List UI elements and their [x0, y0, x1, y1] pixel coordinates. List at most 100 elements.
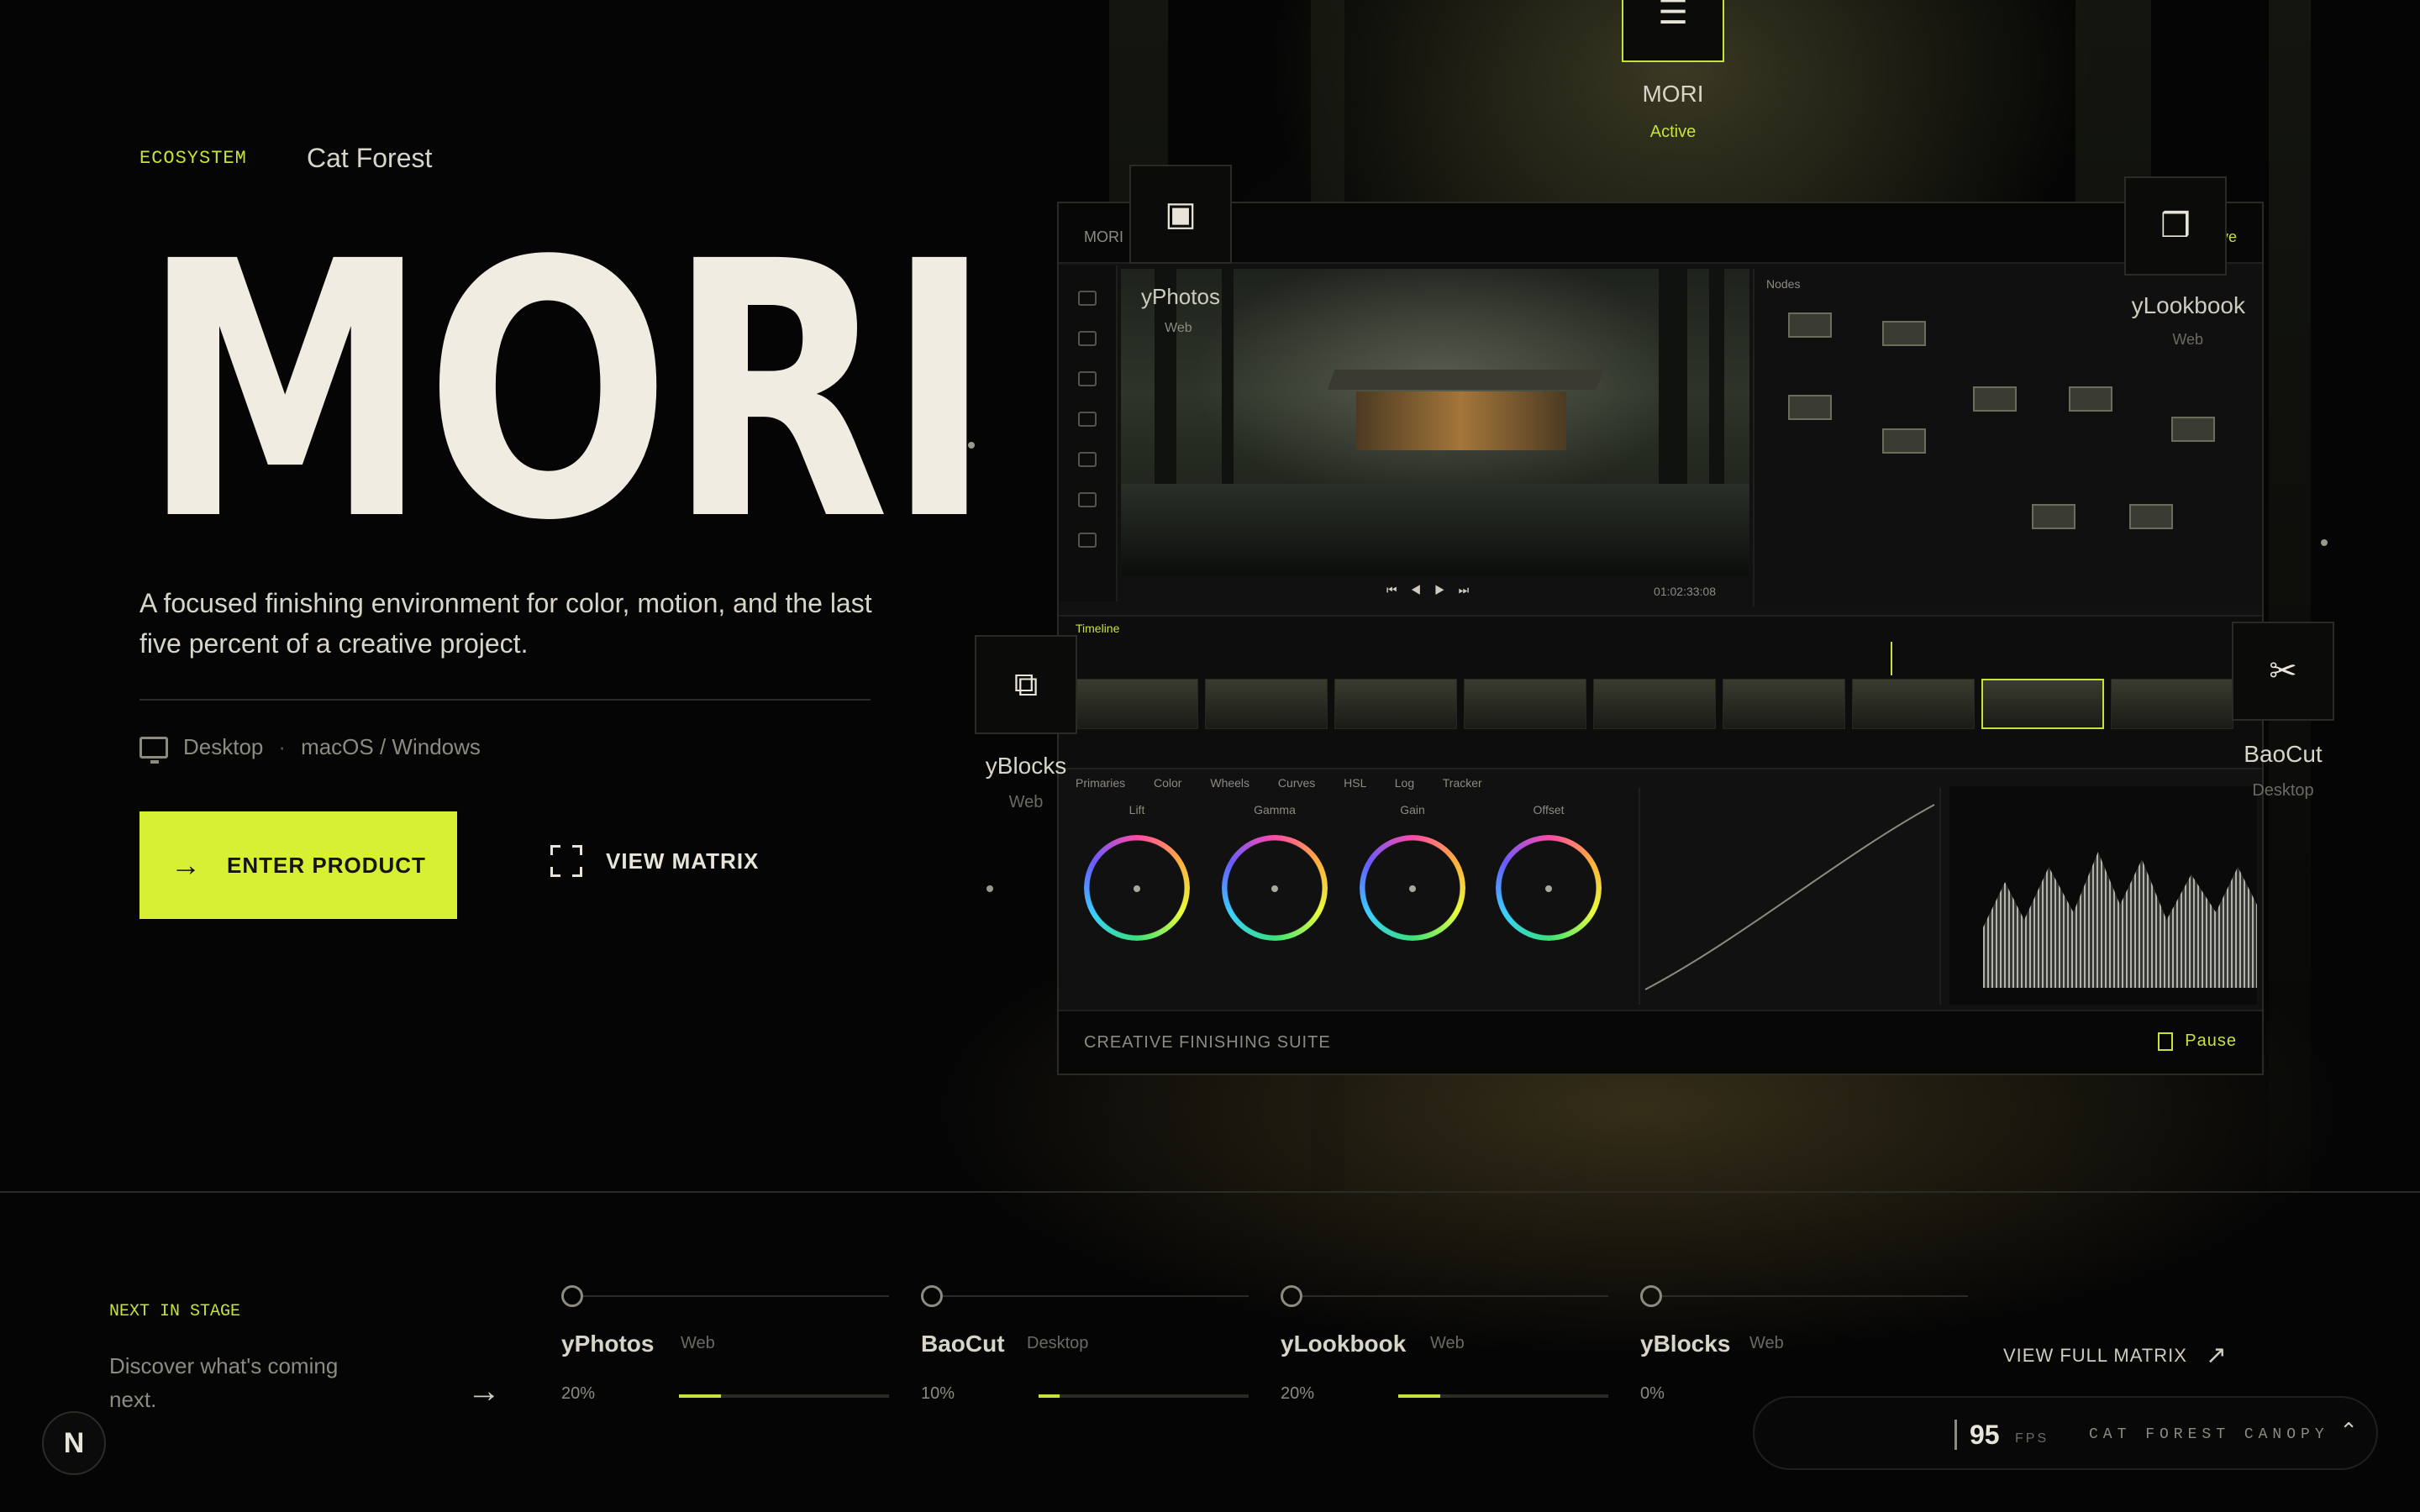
arrow-up-right-icon: ↗: [2205, 1341, 2228, 1369]
tool-icon[interactable]: [1078, 492, 1097, 507]
sliders-icon: ☰: [1658, 0, 1688, 31]
stage-item[interactable]: yLookbook Web 20%: [1281, 1285, 1637, 1420]
graph-overlay-sub: Web: [2172, 331, 2203, 348]
enter-product-label: ENTER PRODUCT: [227, 852, 426, 878]
graph-node[interactable]: [2129, 504, 2173, 529]
tool-icon[interactable]: [1078, 331, 1097, 346]
node-graph-panel: Nodes yLookbook Web: [1753, 269, 2262, 606]
wheel-handle[interactable]: [1409, 885, 1416, 892]
timecode: 01:02:33:08: [1654, 585, 1716, 598]
pause-label: Pause: [2185, 1032, 2237, 1050]
tool-icon[interactable]: [1078, 291, 1097, 306]
orbit-dot: [2321, 539, 2328, 546]
clip-thumbnail[interactable]: [1334, 679, 1457, 729]
status-pill[interactable]: 95 FPS CAT FOREST CANOPY ⌃: [1753, 1396, 2378, 1470]
stage-item-platform: Web: [681, 1334, 715, 1352]
stage-item-percent: 20%: [1281, 1384, 1315, 1403]
stage-item-platform: Web: [1749, 1334, 1784, 1352]
stage-ring-icon: [1640, 1285, 1662, 1307]
chevron-up-icon[interactable]: ⌃: [2339, 1418, 2358, 1444]
clip-thumbnail-selected[interactable]: [1981, 679, 2104, 729]
node-mori-label: MORI: [1642, 81, 1704, 107]
stage-line: [583, 1295, 889, 1297]
wheel-handle[interactable]: [1545, 885, 1552, 892]
tool-icon[interactable]: [1078, 533, 1097, 548]
clip-thumbnail[interactable]: [2111, 679, 2233, 729]
progress-track: [1039, 1394, 1249, 1398]
wheel-label: Lift: [1128, 803, 1145, 816]
progress-track: [679, 1394, 889, 1398]
graph-node[interactable]: [1788, 312, 1832, 338]
pages-icon: ❒: [2160, 207, 2191, 244]
viewer-cabin: [1327, 370, 1604, 470]
clip-strip: [1076, 679, 2233, 729]
node-baocut[interactable]: ✂: [2232, 622, 2334, 721]
clip-thumbnail[interactable]: [1723, 679, 1845, 729]
node-yphotos[interactable]: ▣: [1129, 165, 1232, 264]
graph-node[interactable]: [2069, 386, 2112, 412]
clip-thumbnail[interactable]: [1464, 679, 1586, 729]
node-ylookbook[interactable]: ❒: [2124, 176, 2227, 276]
node-mori[interactable]: ☰: [1622, 0, 1724, 62]
app-footer: CREATIVE FINISHING SUITE Pause: [1059, 1010, 2262, 1074]
tool-icon[interactable]: [1078, 452, 1097, 467]
stage-item[interactable]: yPhotos Web 20%: [561, 1285, 918, 1420]
stage-description: Discover what's coming next.: [109, 1353, 339, 1412]
tool-icon[interactable]: [1078, 371, 1097, 386]
stage-item[interactable]: BaoCut Desktop 10%: [921, 1285, 1277, 1420]
grading-tabs[interactable]: Primaries Color Wheels Curves HSL Log Tr…: [1076, 776, 1482, 790]
tree-trunk: [2269, 0, 2311, 1193]
wheel-label: Gain: [1400, 803, 1425, 816]
graph-node[interactable]: [2171, 417, 2215, 442]
pause-button[interactable]: Pause: [2158, 1032, 2237, 1051]
stage-ring-icon: [561, 1285, 583, 1307]
curves-editor[interactable]: [1639, 788, 1941, 1005]
timeline-header: Timeline: [1076, 622, 1120, 635]
wheel-handle[interactable]: [1134, 885, 1140, 892]
graph-node[interactable]: [1973, 386, 2017, 412]
pause-icon: [2158, 1032, 2174, 1051]
graph-node[interactable]: [1882, 321, 1926, 346]
n-logo-badge[interactable]: N: [42, 1411, 106, 1475]
node-yblocks[interactable]: ⧉: [975, 635, 1077, 734]
arrow-right-icon[interactable]: →: [467, 1373, 501, 1410]
clip-thumbnail[interactable]: [1852, 679, 1975, 729]
clip-thumbnail[interactable]: [1593, 679, 1716, 729]
graph-node[interactable]: [2032, 504, 2075, 529]
curve-line: [1644, 804, 1935, 990]
enter-product-button[interactable]: → ENTER PRODUCT: [139, 811, 457, 919]
scene-name: CAT FOREST CANOPY: [2089, 1426, 2329, 1443]
fps-unit: FPS: [2015, 1431, 2049, 1446]
os-label: macOS / Windows: [301, 734, 481, 759]
stage-eyebrow: NEXT IN STAGE: [109, 1302, 241, 1321]
timeline-panel: Timeline: [1059, 615, 2262, 768]
node-mori-status: Active: [1649, 123, 1697, 141]
stage-item-name: yPhotos: [561, 1331, 655, 1357]
graph-node[interactable]: [1788, 395, 1832, 420]
progress-fill: [1398, 1394, 1440, 1398]
tool-icon[interactable]: [1078, 412, 1097, 427]
progress-fill: [679, 1394, 721, 1398]
view-full-matrix-link[interactable]: VIEW FULL MATRIX ↗: [2003, 1341, 2228, 1370]
stage-item-name: yLookbook: [1281, 1331, 1407, 1357]
breadcrumb[interactable]: Cat Forest: [307, 143, 432, 174]
graph-node[interactable]: [1882, 428, 1926, 454]
page-title: MORI: [141, 187, 993, 598]
separator-dot: ·: [278, 734, 287, 759]
tool-rail: [1059, 265, 1118, 601]
clip-thumbnail[interactable]: [1205, 679, 1328, 729]
wheel-label: Gamma: [1254, 803, 1296, 816]
wheel-handle[interactable]: [1271, 885, 1278, 892]
footer-label: CREATIVE FINISHING SUITE: [1084, 1033, 1331, 1052]
app-topbar: MORI Live: [1059, 203, 2262, 264]
playback-controls[interactable]: ⏮◀▶⏭: [1386, 583, 1482, 597]
scissors-icon: ✂: [2269, 653, 2297, 690]
stage-item-platform: Web: [1430, 1334, 1465, 1352]
view-matrix-button[interactable]: VIEW MATRIX: [550, 845, 759, 877]
platform-info: Desktop · macOS / Windows: [139, 734, 481, 764]
playhead[interactable]: [1891, 642, 1892, 675]
cabin-roof: [1327, 370, 1604, 390]
node-baocut-sub: Desktop: [2252, 781, 2314, 800]
stage-ring-icon: [1281, 1285, 1302, 1307]
clip-thumbnail[interactable]: [1076, 679, 1198, 729]
